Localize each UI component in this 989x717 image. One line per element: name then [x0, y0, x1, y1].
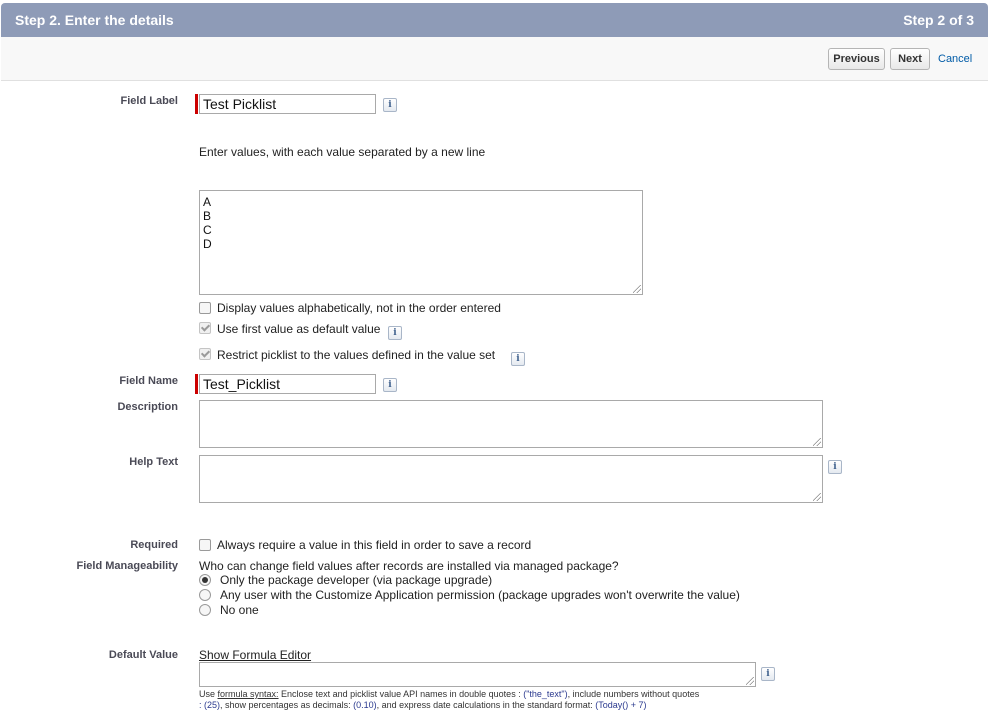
- required-label: Required: [130, 539, 178, 551]
- info-icon[interactable]: i: [761, 667, 775, 681]
- info-icon[interactable]: i: [383, 98, 397, 112]
- info-icon[interactable]: i: [388, 326, 402, 340]
- hint-text: Enclose text and picklist value API name…: [278, 689, 524, 699]
- hint-text: , show percentages as decimals:: [220, 700, 354, 710]
- hint-text: Use: [199, 689, 218, 699]
- field-manageability-label: Field Manageability: [76, 560, 178, 572]
- show-formula-editor-link[interactable]: Show Formula Editor: [199, 648, 311, 662]
- field-name-input[interactable]: [199, 374, 376, 394]
- info-icon[interactable]: i: [511, 352, 525, 366]
- hint-code: (25): [204, 700, 221, 710]
- sort-alphabetically-label: Display values alphabetically, not in th…: [217, 301, 501, 315]
- info-icon[interactable]: i: [828, 460, 842, 474]
- first-value-default-label: Use first value as default value: [217, 322, 381, 336]
- previous-button[interactable]: Previous: [828, 48, 885, 70]
- field-name-label: Field Name: [119, 375, 178, 387]
- formula-syntax-link[interactable]: formula syntax:: [218, 689, 279, 699]
- default-value-label: Default Value: [108, 649, 178, 661]
- manageability-option-label: Only the package developer (via package …: [220, 573, 493, 587]
- sort-alphabetically-checkbox[interactable]: [199, 302, 211, 314]
- toolbar: Previous Next Cancel: [1, 37, 988, 81]
- hint-code: ("the_text"): [523, 689, 568, 699]
- field-label-input[interactable]: [199, 94, 376, 114]
- help-text-label: Help Text: [129, 456, 178, 468]
- wizard-panel: Step 2. Enter the details Step 2 of 3 Pr…: [0, 0, 989, 717]
- formula-hint-line1: Use formula syntax: Enclose text and pic…: [199, 689, 699, 700]
- next-button[interactable]: Next: [890, 48, 930, 70]
- resize-handle-icon[interactable]: [633, 285, 641, 293]
- required-option-label: Always require a value in this field in …: [217, 538, 532, 552]
- values-instruction: Enter values, with each value separated …: [199, 145, 486, 159]
- manageability-radio-any-user[interactable]: [199, 589, 211, 601]
- hint-code: (0.10): [353, 700, 377, 710]
- info-icon[interactable]: i: [383, 378, 397, 392]
- resize-handle-icon[interactable]: [813, 493, 821, 501]
- resize-handle-icon[interactable]: [813, 438, 821, 446]
- hint-code: (Today() + 7): [595, 700, 647, 710]
- step-indicator: Step 2 of 3: [903, 12, 974, 28]
- formula-hint-line2: : (25), show percentages as decimals: (0…: [199, 700, 647, 711]
- first-value-default-checkbox[interactable]: [199, 322, 211, 334]
- hint-text: , and express date calculations in the s…: [376, 700, 596, 710]
- manageability-option-label: Any user with the Customize Application …: [220, 588, 740, 602]
- required-checkbox[interactable]: [199, 539, 211, 551]
- description-textarea[interactable]: [199, 400, 823, 448]
- picklist-values-textarea[interactable]: A B C D: [199, 190, 643, 295]
- manageability-radio-developer[interactable]: [199, 574, 211, 586]
- required-indicator: [195, 374, 198, 394]
- manageability-question: Who can change field values after record…: [199, 559, 619, 573]
- restrict-picklist-checkbox[interactable]: [199, 348, 211, 360]
- wizard-header: Step 2. Enter the details Step 2 of 3: [1, 3, 988, 37]
- page-title: Step 2. Enter the details: [15, 12, 174, 28]
- restrict-picklist-label: Restrict picklist to the values defined …: [217, 348, 496, 362]
- resize-handle-icon[interactable]: [746, 677, 754, 685]
- default-value-textarea[interactable]: [199, 662, 756, 687]
- description-label: Description: [117, 401, 178, 413]
- required-indicator: [195, 94, 198, 114]
- field-label-label: Field Label: [120, 95, 178, 107]
- hint-text: , include numbers without quotes: [567, 689, 700, 699]
- cancel-link[interactable]: Cancel: [938, 53, 972, 65]
- manageability-radio-no-one[interactable]: [199, 604, 211, 616]
- manageability-option-label: No one: [220, 603, 259, 617]
- help-text-textarea[interactable]: [199, 455, 823, 503]
